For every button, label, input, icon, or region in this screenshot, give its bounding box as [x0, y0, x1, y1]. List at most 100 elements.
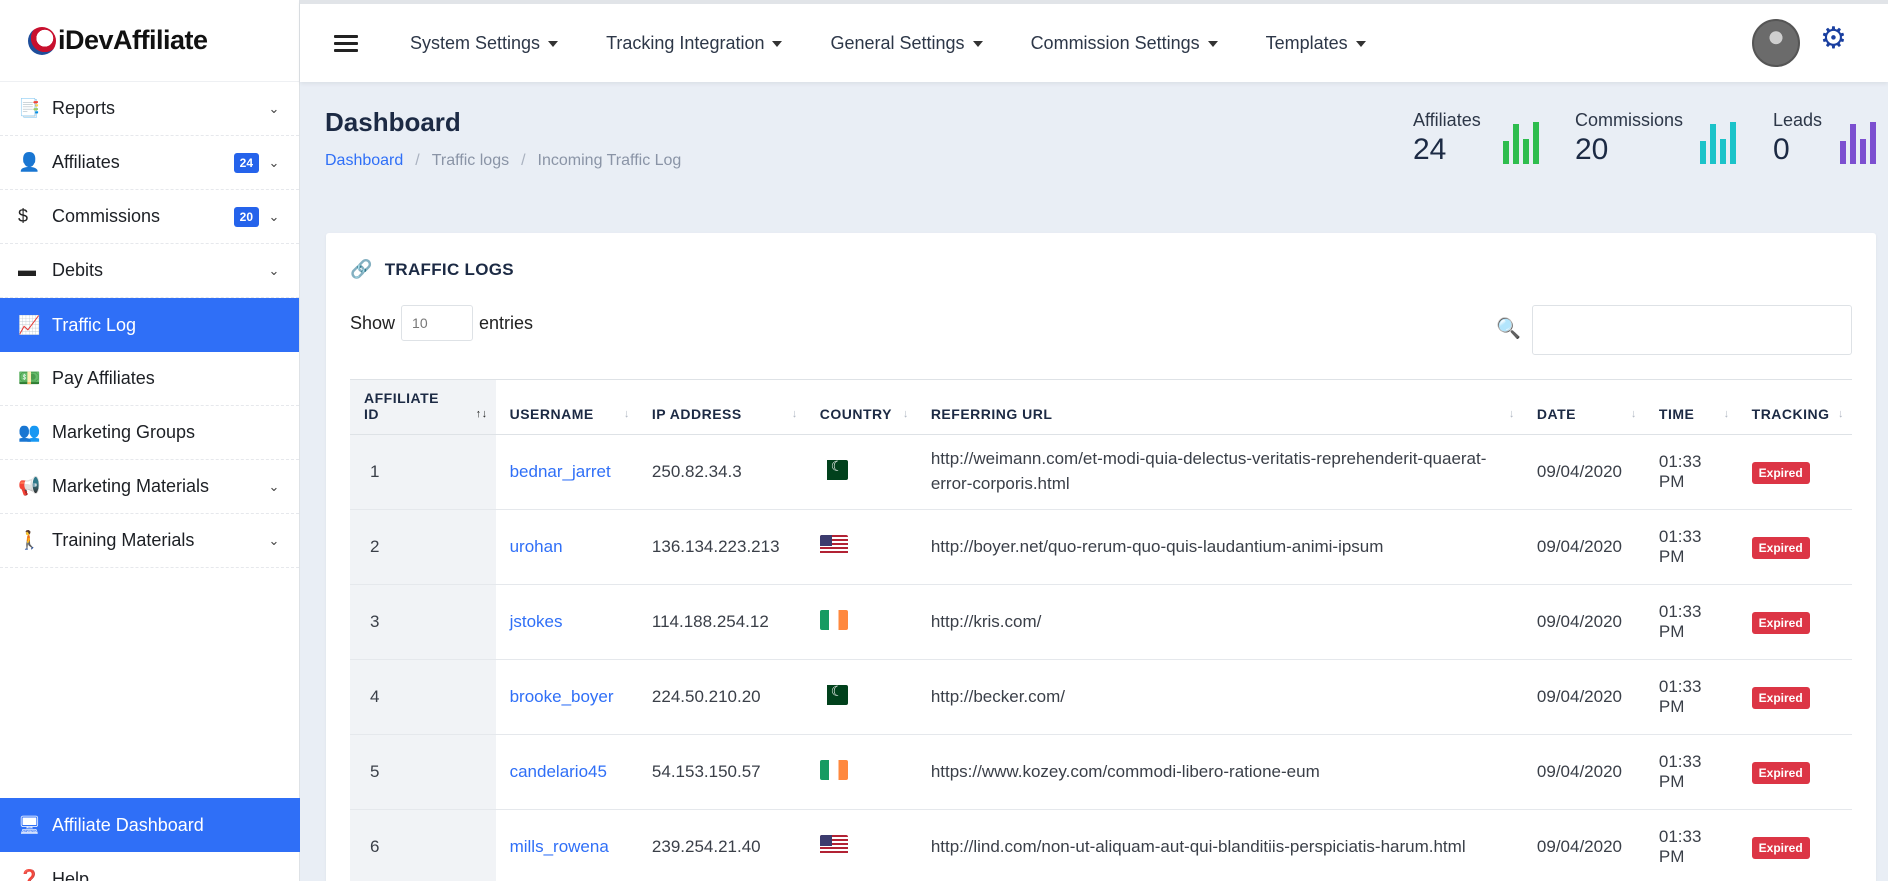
- sidebar-item-help[interactable]: ❓ Help: [0, 852, 300, 881]
- breadcrumb-dashboard[interactable]: Dashboard: [325, 152, 403, 170]
- count-badge: 24: [233, 152, 259, 173]
- table-header-row: AFFILIATE ID ↑↓ USERNAME ↓ IP ADDRESS ↓ COUNTR…: [350, 379, 1852, 435]
- ip-address-cell: 239.254.21.40: [637, 809, 806, 881]
- sidebar: iDevAffiliate 📑 Reports ⌄ 👤 Affiliates 24 ⌄ $ Co…: [0, 0, 300, 881]
- sidebar-item-traffic-log[interactable]: 📈 Traffic Log: [0, 298, 299, 352]
- dollar-icon: $: [18, 206, 29, 226]
- count-badge: 20: [233, 206, 259, 227]
- affiliate-id-cell: 5: [350, 734, 496, 810]
- column-header-ip-address[interactable]: IP ADDRESS ↓: [637, 379, 806, 435]
- time-cell: 01:33 PM: [1644, 659, 1738, 735]
- date-cell: 09/04/2020: [1522, 659, 1645, 735]
- tracking-cell: Expired: [1737, 584, 1852, 660]
- ip-address-cell: 250.82.34.3: [637, 434, 806, 510]
- time-cell: 01:33 PM: [1644, 734, 1738, 810]
- sidebar-item-debits[interactable]: ▬ Debits ⌄: [0, 244, 299, 298]
- table-body: 1 bednar_jarret 250.82.34.3 http://weimann.…: [350, 434, 1852, 881]
- card-title: 🔗 TRAFFIC LOGS: [350, 259, 514, 280]
- column-header-country[interactable]: COUNTRY ↓: [805, 379, 917, 435]
- table-row: 1 bednar_jarret 250.82.34.3 http://weimann.…: [350, 434, 1852, 510]
- sort-icon[interactable]: ↓: [1724, 408, 1730, 420]
- sort-icon[interactable]: ↑↓: [476, 408, 488, 420]
- bar: [1700, 141, 1706, 164]
- sidebar-item-pay-affiliates[interactable]: 💵 Pay Affiliates: [0, 352, 299, 406]
- sidebar-item-marketing-groups[interactable]: 👥 Marketing Groups: [0, 406, 299, 460]
- ip-address-cell: 224.50.210.20: [637, 659, 806, 735]
- sidebar-item-marketing-materials[interactable]: 📢 Marketing Materials ⌄: [0, 460, 299, 514]
- tracking-cell: Expired: [1737, 659, 1852, 735]
- username-link[interactable]: mills_rowena: [510, 837, 609, 856]
- bar: [1523, 139, 1529, 164]
- sidebar-item-training-materials[interactable]: 🚶 Training Materials ⌄: [0, 514, 299, 568]
- sort-icon[interactable]: ↓: [1838, 408, 1844, 420]
- chevron-down-icon: ⌄: [268, 532, 280, 548]
- column-header-affiliate-id[interactable]: AFFILIATE ID ↑↓: [350, 379, 496, 435]
- stat-affiliates-value: 24: [1413, 133, 1447, 166]
- column-header-tracking[interactable]: TRACKING ↓: [1737, 379, 1852, 435]
- date-cell: 09/04/2020: [1522, 509, 1645, 585]
- username-link[interactable]: brooke_boyer: [510, 687, 614, 706]
- sort-icon[interactable]: ↓: [1631, 408, 1637, 420]
- column-header-referring-url[interactable]: REFERRING URL ↓: [916, 379, 1523, 435]
- username-link[interactable]: bednar_jarret: [510, 462, 611, 481]
- bar: [1870, 122, 1876, 164]
- brand[interactable]: iDevAffiliate: [0, 0, 299, 82]
- column-header-date[interactable]: DATE ↓: [1522, 379, 1645, 435]
- country-cell: [805, 659, 917, 735]
- sidebar-item-affiliates[interactable]: 👤 Affiliates 24 ⌄: [0, 136, 299, 190]
- column-header-label: TIME: [1658, 406, 1695, 422]
- top-menu-templates[interactable]: Templates: [1266, 33, 1366, 54]
- avatar[interactable]: [1752, 19, 1800, 67]
- page-size-select[interactable]: 10: [401, 305, 474, 341]
- top-menu-tracking-integration[interactable]: Tracking Integration: [606, 33, 783, 54]
- sidebar-item-label: Marketing Materials: [52, 476, 210, 496]
- username-link[interactable]: urohan: [510, 537, 563, 556]
- column-header-time[interactable]: TIME ↓: [1644, 379, 1738, 435]
- sidebar-item-label: Debits: [52, 260, 104, 280]
- affiliate-id-cell: 4: [350, 659, 496, 735]
- status-badge: Expired: [1751, 762, 1810, 784]
- sort-icon[interactable]: ↓: [624, 408, 630, 420]
- traffic-logs-card: 🔗 TRAFFIC LOGS Show 10 entries 🔍 AFFILIA…: [326, 233, 1876, 881]
- show-entries: Show 10 entries: [350, 305, 533, 341]
- affiliate-id-cell: 6: [350, 809, 496, 881]
- ip-address-cell: 54.153.150.57: [637, 734, 806, 810]
- sidebar-item-commissions[interactable]: $ Commissions 20 ⌄: [0, 190, 299, 244]
- country-cell: [805, 734, 917, 810]
- hamburger-menu-icon[interactable]: [334, 31, 358, 56]
- top-menu-commission-settings[interactable]: Commission Settings: [1031, 33, 1218, 54]
- top-menu-system-settings[interactable]: System Settings: [410, 32, 559, 54]
- sidebar-item-reports[interactable]: 📑 Reports ⌄: [0, 82, 299, 136]
- column-header-label: TRACKING: [1751, 406, 1830, 422]
- top-menu-label: Commission Settings: [1030, 32, 1200, 53]
- username-cell: candelario45: [495, 734, 638, 810]
- stat-leads: Leads 0: [1773, 110, 1822, 167]
- sidebar-item-affiliate-dashboard[interactable]: 🖥 Affiliate Dashboard: [0, 798, 300, 852]
- sort-icon[interactable]: ↓: [1509, 408, 1515, 420]
- search-input[interactable]: [1532, 305, 1852, 355]
- top-menu-label: Templates: [1265, 32, 1348, 53]
- username-link[interactable]: jstokes: [510, 612, 563, 631]
- caret-down-icon: [772, 40, 783, 47]
- top-menu-general-settings[interactable]: General Settings: [830, 33, 983, 54]
- commissions-bar-chart-icon: [1700, 122, 1736, 164]
- user-icon: 👤: [18, 152, 41, 172]
- sidebar-nav: 📑 Reports ⌄ 👤 Affiliates 24 ⌄ $ Commissions 20 ⌄ ▬ D…: [0, 82, 299, 568]
- topbar: System Settings Tracking Integration Gener…: [300, 0, 1888, 82]
- tracking-cell: Expired: [1737, 809, 1852, 881]
- bar: [1720, 139, 1726, 164]
- table-row: 4 brooke_boyer 224.50.210.20 http://becker.…: [350, 659, 1852, 735]
- country-cell: [805, 509, 917, 585]
- sort-icon[interactable]: ↓: [792, 408, 798, 420]
- referring-url-cell: http://becker.com/: [916, 659, 1523, 735]
- gear-icon[interactable]: ⚙: [1820, 24, 1847, 54]
- top-menu-label: System Settings: [410, 32, 541, 53]
- sort-icon[interactable]: ↓: [903, 408, 909, 420]
- stat-leads-value: 0: [1773, 133, 1790, 166]
- column-header-username[interactable]: USERNAME ↓: [495, 379, 638, 435]
- username-cell: brooke_boyer: [495, 659, 638, 735]
- username-link[interactable]: candelario45: [510, 762, 607, 781]
- bar: [1860, 139, 1866, 164]
- stat-commissions-label: Commissions: [1575, 110, 1684, 130]
- time-cell: 01:33 PM: [1644, 434, 1738, 510]
